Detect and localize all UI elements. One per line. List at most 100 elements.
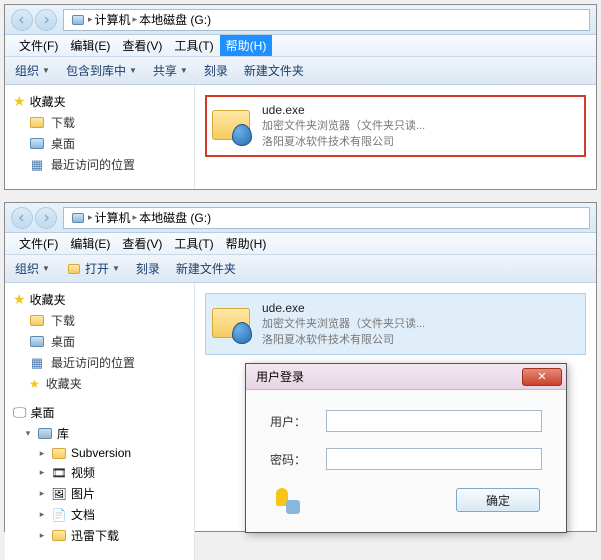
window-body: ★收藏夹 下载 桌面 ▦最近访问的位置 ude.exe 加密文件夹浏览器（文件夹… (5, 85, 596, 189)
tree-subversion[interactable]: ▸Subversion (9, 444, 190, 462)
menu-tools[interactable]: 工具(T) (168, 37, 219, 54)
dialog-body: 用户： 密码： 确定 (246, 390, 566, 532)
chevron-icon: ▸ (133, 212, 138, 223)
user-input[interactable] (326, 410, 542, 432)
sidebar-favorites[interactable]: ★收藏夹 (9, 289, 190, 310)
chevron-icon: ▸ (88, 212, 93, 223)
menu-view[interactable]: 查看(V) (116, 37, 168, 54)
folder-icon (51, 446, 67, 460)
menu-tools[interactable]: 工具(T) (168, 235, 219, 252)
file-desc: 加密文件夹浏览器（文件夹只读... (262, 316, 425, 332)
drive-icon (70, 13, 86, 27)
file-item-ude[interactable]: ude.exe 加密文件夹浏览器（文件夹只读... 洛阳夏冰软件技术有限公司 (205, 95, 586, 157)
explorer-window-2: ▸ 计算机 ▸ 本地磁盘 (G:) 文件(F) 编辑(E) 查看(V) 工具(T… (4, 202, 597, 532)
exe-icon (212, 106, 252, 146)
nav-arrows (11, 207, 57, 229)
sidebar-desktop[interactable]: 桌面 (9, 133, 190, 154)
forward-button[interactable] (35, 9, 57, 31)
tool-organize[interactable]: 组织▼ (15, 260, 50, 277)
chevron-down-icon: ▼ (112, 264, 120, 273)
star-icon: ★ (13, 291, 26, 308)
menu-help[interactable]: 帮助(H) (220, 235, 273, 252)
expand-icon[interactable]: ▸ (37, 488, 47, 499)
menu-file[interactable]: 文件(F) (13, 235, 64, 252)
toolbar: 组织▼ 包含到库中▼ 共享▼ 刻录 新建文件夹 (5, 57, 596, 85)
sidebar-desktop-group[interactable]: 🖵桌面 (9, 402, 190, 423)
file-desc: 加密文件夹浏览器（文件夹只读... (262, 118, 425, 134)
document-icon: 📄 (51, 508, 67, 522)
close-button[interactable]: ✕ (522, 368, 562, 386)
login-dialog: 用户登录 ✕ 用户： 密码： 确定 (245, 363, 567, 533)
sidebar-favorites[interactable]: ★收藏夹 (9, 91, 190, 112)
breadcrumb-seg[interactable]: 计算机 (95, 11, 131, 28)
pass-input[interactable] (326, 448, 542, 470)
menu-edit[interactable]: 编辑(E) (64, 235, 116, 252)
toolbar: 组织▼ 打开▼ 刻录 新建文件夹 (5, 255, 596, 283)
back-button[interactable] (11, 9, 33, 31)
forward-button[interactable] (35, 207, 57, 229)
sidebar-downloads[interactable]: 下载 (9, 310, 190, 331)
chevron-down-icon: ▼ (42, 264, 50, 273)
tree-documents[interactable]: ▸📄文档 (9, 504, 190, 525)
expand-icon[interactable]: ▸ (37, 467, 47, 478)
menu-file[interactable]: 文件(F) (13, 37, 64, 54)
dialog-titlebar[interactable]: 用户登录 ✕ (246, 364, 566, 390)
tree-pictures[interactable]: ▸🖼图片 (9, 483, 190, 504)
user-label: 用户： (270, 413, 326, 430)
menubar: 文件(F) 编辑(E) 查看(V) 工具(T) 帮助(H) (5, 233, 596, 255)
folder-icon (29, 314, 45, 328)
video-icon: 🎞 (51, 466, 67, 480)
tree-library[interactable]: ▾库 (9, 423, 190, 444)
breadcrumb-seg[interactable]: 计算机 (95, 209, 131, 226)
exe-icon (212, 304, 252, 344)
open-icon (66, 262, 82, 276)
recent-icon: ▦ (29, 158, 45, 172)
breadcrumb-seg[interactable]: 本地磁盘 (G:) (139, 209, 211, 226)
file-meta: ude.exe 加密文件夹浏览器（文件夹只读... 洛阳夏冰软件技术有限公司 (262, 300, 425, 348)
tool-share[interactable]: 共享▼ (153, 62, 188, 79)
sidebar-recent[interactable]: ▦最近访问的位置 (9, 352, 190, 373)
content-pane[interactable]: ude.exe 加密文件夹浏览器（文件夹只读... 洛阳夏冰软件技术有限公司 (195, 85, 596, 189)
expand-icon[interactable]: ▸ (37, 448, 47, 459)
address-bar[interactable]: ▸ 计算机 ▸ 本地磁盘 (G:) (63, 9, 590, 31)
picture-icon: 🖼 (51, 487, 67, 501)
tree-videos[interactable]: ▸🎞视频 (9, 462, 190, 483)
recent-icon: ▦ (29, 356, 45, 370)
file-company: 洛阳夏冰软件技术有限公司 (262, 332, 425, 348)
tool-open[interactable]: 打开▼ (66, 260, 120, 277)
dialog-footer: 确定 (270, 486, 542, 518)
tool-newfolder[interactable]: 新建文件夹 (244, 62, 304, 79)
file-name: ude.exe (262, 102, 425, 118)
chevron-down-icon: ▼ (129, 66, 137, 75)
tool-burn[interactable]: 刻录 (204, 62, 228, 79)
star-icon: ★ (13, 93, 26, 110)
file-company: 洛阳夏冰软件技术有限公司 (262, 134, 425, 150)
monitor-icon: 🖵 (13, 404, 27, 421)
sidebar-favorites-2[interactable]: ★收藏夹 (9, 373, 190, 394)
back-button[interactable] (11, 207, 33, 229)
tree-thunder[interactable]: ▸迅雷下载 (9, 525, 190, 546)
address-bar[interactable]: ▸ 计算机 ▸ 本地磁盘 (G:) (63, 207, 590, 229)
tool-organize[interactable]: 组织▼ (15, 62, 50, 79)
sidebar-recent[interactable]: ▦最近访问的位置 (9, 154, 190, 175)
chevron-down-icon: ▼ (42, 66, 50, 75)
tool-newfolder[interactable]: 新建文件夹 (176, 260, 236, 277)
expand-icon[interactable]: ▾ (23, 428, 33, 439)
expand-icon[interactable]: ▸ (37, 530, 47, 541)
sidebar: ★收藏夹 下载 桌面 ▦最近访问的位置 ★收藏夹 🖵桌面 ▾库 ▸Subvers… (5, 283, 195, 560)
sidebar-downloads[interactable]: 下载 (9, 112, 190, 133)
library-icon (37, 427, 53, 441)
file-item-ude[interactable]: ude.exe 加密文件夹浏览器（文件夹只读... 洛阳夏冰软件技术有限公司 (205, 293, 586, 355)
folder-icon (29, 116, 45, 130)
menu-edit[interactable]: 编辑(E) (64, 37, 116, 54)
tool-burn[interactable]: 刻录 (136, 260, 160, 277)
sidebar-desktop[interactable]: 桌面 (9, 331, 190, 352)
ok-button[interactable]: 确定 (456, 488, 540, 512)
breadcrumb-seg[interactable]: 本地磁盘 (G:) (139, 11, 211, 28)
tool-include[interactable]: 包含到库中▼ (66, 62, 137, 79)
menubar: 文件(F) 编辑(E) 查看(V) 工具(T) 帮助(H) (5, 35, 596, 57)
menu-help[interactable]: 帮助(H) (220, 35, 273, 56)
menu-view[interactable]: 查看(V) (116, 235, 168, 252)
drive-icon (70, 211, 86, 225)
expand-icon[interactable]: ▸ (37, 509, 47, 520)
